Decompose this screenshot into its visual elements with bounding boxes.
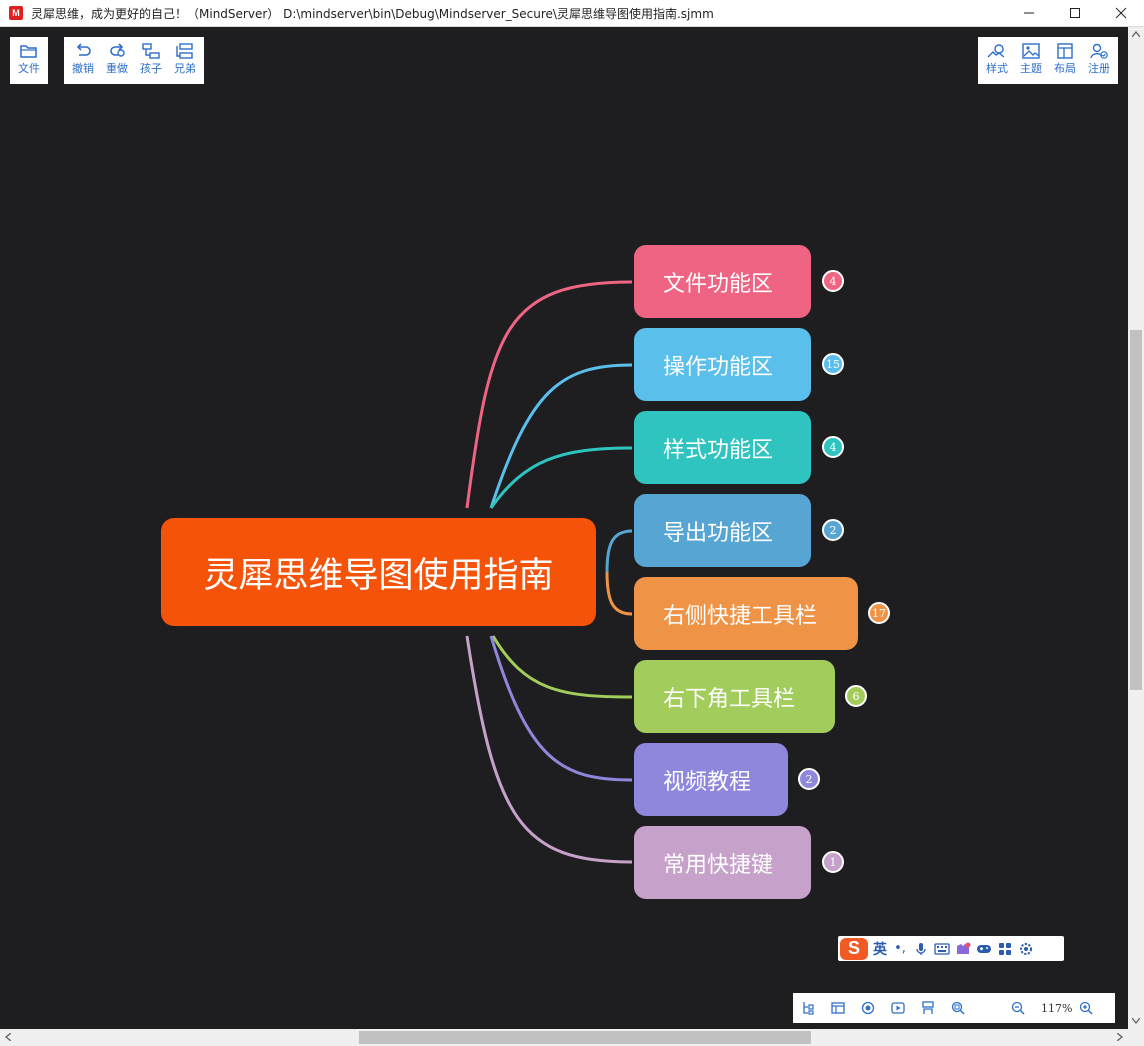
zoom-level: 117% — [1041, 1001, 1073, 1015]
branch-label: 视频教程 — [663, 769, 752, 795]
settings-icon[interactable] — [1018, 941, 1034, 957]
branch-count-badge[interactable]: 1 — [822, 851, 844, 873]
root-node[interactable]: 灵犀思维导图使用指南 — [161, 518, 596, 626]
branch-node-style[interactable]: 样式功能区 — [634, 411, 811, 484]
branch-node-operate[interactable]: 操作功能区 — [634, 328, 811, 401]
tree-structure-icon — [803, 1002, 814, 1015]
link-style — [489, 446, 633, 509]
link-bottom-toolbar — [491, 635, 633, 699]
branch-count-badge[interactable]: 17 — [868, 602, 890, 624]
horizontal-scrollbar[interactable] — [0, 1029, 1128, 1046]
branch-node-video[interactable]: 视频教程 — [634, 743, 788, 816]
branch-label: 右侧快捷工具栏 — [663, 603, 818, 629]
zoom-in-icon — [1079, 1001, 1093, 1015]
scroll-up-icon[interactable] — [1132, 31, 1140, 37]
branch-count-badge[interactable]: 4 — [822, 436, 844, 458]
branch-label: 导出功能区 — [663, 520, 774, 546]
structure-button[interactable] — [793, 993, 823, 1023]
branch-node-right-toolbar[interactable]: 右侧快捷工具栏 — [634, 577, 858, 650]
zoom-out-icon — [1011, 1001, 1025, 1015]
play-icon — [891, 1002, 905, 1014]
horizontal-scroll-thumb[interactable] — [359, 1031, 811, 1044]
scroll-right-icon[interactable] — [1117, 1033, 1123, 1041]
keyboard-icon[interactable] — [934, 941, 950, 957]
branch-label: 文件功能区 — [663, 271, 774, 297]
gamepad-icon[interactable] — [976, 941, 992, 957]
link-export — [605, 529, 633, 573]
branch-node-file[interactable]: 文件功能区 — [634, 245, 811, 318]
ime-punctuation-toggle[interactable]: •, — [892, 941, 908, 957]
link-right-toolbar — [605, 571, 633, 616]
fit-view-button[interactable] — [943, 993, 973, 1023]
zoom-fit-icon — [951, 1001, 965, 1015]
branch-node-export[interactable]: 导出功能区 — [634, 494, 811, 567]
branch-label: 样式功能区 — [663, 437, 774, 463]
target-icon — [861, 1001, 875, 1015]
present-button[interactable] — [883, 993, 913, 1023]
outline-button[interactable] — [823, 993, 853, 1023]
vertical-scrollbar[interactable] — [1128, 27, 1144, 1029]
link-file — [465, 280, 633, 509]
export-icon — [922, 1001, 934, 1014]
branch-label: 操作功能区 — [663, 354, 774, 380]
branch-label: 常用快捷键 — [663, 852, 774, 878]
ime-language-toggle[interactable]: 英 — [873, 939, 887, 959]
link-video — [489, 635, 633, 782]
branch-count-badge[interactable]: 2 — [822, 519, 844, 541]
zoom-out-button[interactable] — [1003, 993, 1033, 1023]
zoom-in-button[interactable] — [1071, 993, 1101, 1023]
bottom-toolbar: 117% — [793, 993, 1115, 1023]
locate-button[interactable] — [853, 993, 883, 1023]
branch-label: 右下角工具栏 — [663, 686, 796, 712]
scroll-left-icon[interactable] — [5, 1033, 11, 1041]
branch-count-badge[interactable]: 15 — [822, 353, 844, 375]
link-shortcuts — [465, 635, 633, 864]
branch-count-badge[interactable]: 2 — [798, 768, 820, 790]
export-button[interactable] — [913, 993, 943, 1023]
ime-toolbar: S 英 •, — [838, 936, 1064, 961]
link-operate — [489, 363, 633, 509]
scroll-down-icon[interactable] — [1132, 1018, 1140, 1024]
vertical-scroll-thumb[interactable] — [1130, 330, 1142, 690]
scroll-corner — [1128, 1029, 1144, 1046]
outline-icon — [831, 1002, 845, 1014]
skin-icon[interactable] — [955, 941, 971, 957]
apps-grid-icon[interactable] — [997, 941, 1013, 957]
sogou-logo-icon[interactable]: S — [840, 937, 868, 960]
branch-node-shortcuts[interactable]: 常用快捷键 — [634, 826, 811, 899]
branch-node-bottom-toolbar[interactable]: 右下角工具栏 — [634, 660, 835, 733]
branch-count-badge[interactable]: 6 — [845, 685, 867, 707]
branch-count-badge[interactable]: 4 — [822, 270, 844, 292]
microphone-icon[interactable] — [913, 941, 929, 957]
